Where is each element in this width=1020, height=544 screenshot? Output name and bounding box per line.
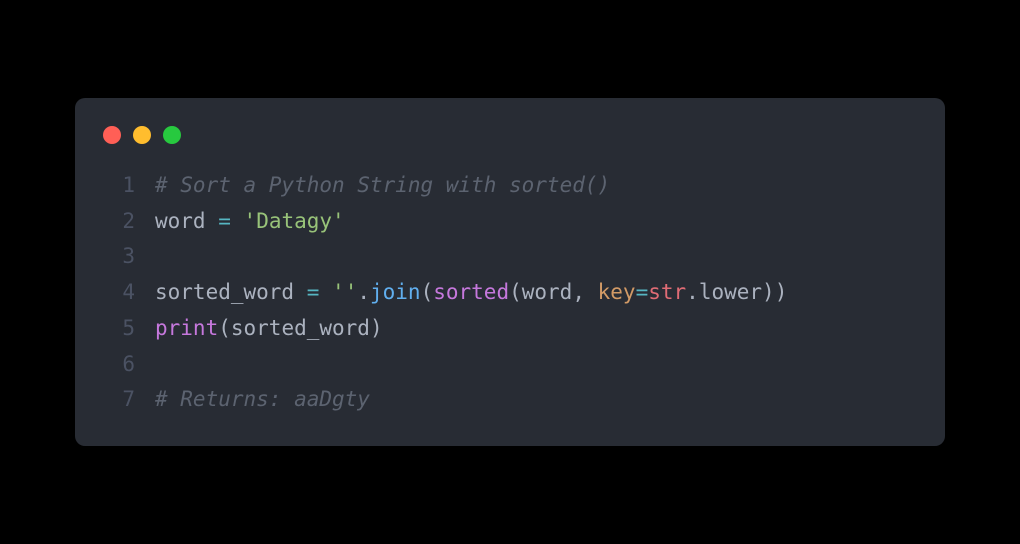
code-content: # Sort a Python String with sorted() — [155, 168, 610, 204]
punct-token: . — [357, 280, 370, 304]
punct-token: , — [572, 280, 597, 304]
maximize-icon[interactable] — [163, 126, 181, 144]
line-number: 1 — [103, 168, 135, 204]
code-content: print(sorted_word) — [155, 311, 383, 347]
line-number: 6 — [103, 347, 135, 383]
minimize-icon[interactable] — [133, 126, 151, 144]
window-controls — [103, 126, 917, 144]
punct-token: ) — [370, 316, 383, 340]
code-content: sorted_word = ''.join(sorted(word, key=s… — [155, 275, 787, 311]
builtin-token: sorted — [433, 280, 509, 304]
kwarg-token: key — [598, 280, 636, 304]
punct-token: ) — [762, 280, 775, 304]
code-line: 3 — [103, 239, 917, 275]
variable-token: sorted_word — [155, 280, 294, 304]
variable-token: word — [522, 280, 573, 304]
close-icon[interactable] — [103, 126, 121, 144]
function-token: join — [370, 280, 421, 304]
line-number: 5 — [103, 311, 135, 347]
punct-token: . — [686, 280, 699, 304]
line-number: 4 — [103, 275, 135, 311]
line-number: 3 — [103, 239, 135, 275]
code-editor-window: 1 # Sort a Python String with sorted() 2… — [75, 98, 945, 446]
object-token: str — [648, 280, 686, 304]
string-token: 'Datagy' — [244, 209, 345, 233]
comment-token: # Sort a Python String with sorted() — [155, 173, 610, 197]
code-content: word = 'Datagy' — [155, 204, 345, 240]
line-number: 7 — [103, 382, 135, 418]
line-number: 2 — [103, 204, 135, 240]
code-line: 4 sorted_word = ''.join(sorted(word, key… — [103, 275, 917, 311]
builtin-token: print — [155, 316, 218, 340]
punct-token: ( — [218, 316, 231, 340]
operator-token: = — [218, 209, 231, 233]
variable-token: word — [155, 209, 206, 233]
punct-token: ( — [509, 280, 522, 304]
punct-token: ( — [421, 280, 434, 304]
code-line: 5 print(sorted_word) — [103, 311, 917, 347]
comment-token: # Returns: aaDgty — [155, 387, 370, 411]
string-token: '' — [332, 280, 357, 304]
method-token: lower — [699, 280, 762, 304]
code-line: 6 — [103, 347, 917, 383]
code-area: 1 # Sort a Python String with sorted() 2… — [103, 168, 917, 418]
operator-token: = — [636, 280, 649, 304]
variable-token: sorted_word — [231, 316, 370, 340]
code-content: # Returns: aaDgty — [155, 382, 370, 418]
code-line: 7 # Returns: aaDgty — [103, 382, 917, 418]
punct-token: ) — [775, 280, 788, 304]
code-line: 2 word = 'Datagy' — [103, 204, 917, 240]
operator-token: = — [307, 280, 320, 304]
code-line: 1 # Sort a Python String with sorted() — [103, 168, 917, 204]
